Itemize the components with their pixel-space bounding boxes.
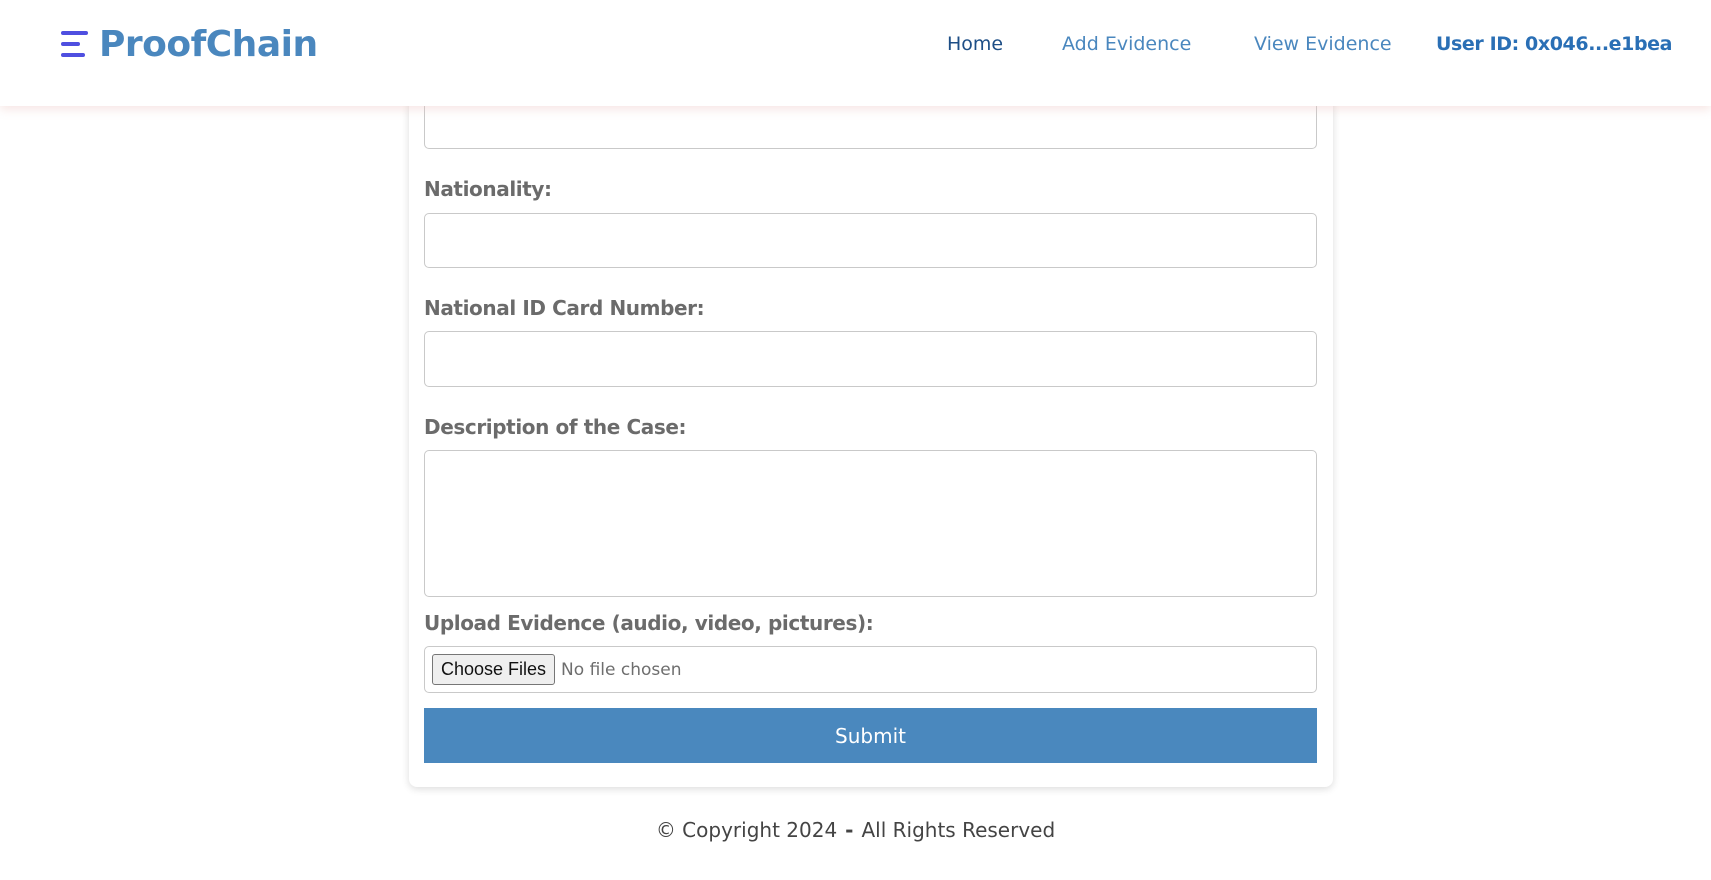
brand-name: ProofChain bbox=[99, 23, 318, 65]
file-upload-field[interactable]: Choose Files No file chosen bbox=[424, 646, 1317, 693]
nav-home-link[interactable]: Home bbox=[947, 30, 1003, 58]
file-status-text: No file chosen bbox=[561, 659, 682, 680]
nationality-input[interactable] bbox=[424, 213, 1317, 268]
national-id-input[interactable] bbox=[424, 331, 1317, 387]
copyright-text: © Copyright 2024 bbox=[655, 818, 838, 842]
menu-lines-icon bbox=[61, 26, 89, 62]
brand-logo[interactable]: ProofChain bbox=[61, 20, 318, 68]
nav-view-evidence-link[interactable]: View Evidence bbox=[1254, 30, 1392, 58]
choose-files-button[interactable]: Choose Files bbox=[432, 654, 556, 685]
top-navbar: ProofChain Home Add Evidence View Eviden… bbox=[0, 0, 1711, 106]
user-id-display: User ID: 0x046...e1bea bbox=[1436, 33, 1673, 55]
submit-button[interactable]: Submit bbox=[424, 708, 1317, 763]
nationality-label: Nationality: bbox=[424, 177, 552, 201]
upload-evidence-label: Upload Evidence (audio, video, pictures)… bbox=[424, 611, 874, 635]
rights-text: All Rights Reserved bbox=[861, 818, 1056, 842]
nav-add-evidence-link[interactable]: Add Evidence bbox=[1062, 30, 1191, 58]
case-description-textarea[interactable] bbox=[424, 450, 1317, 597]
page-footer: © Copyright 2024- All Rights Reserved bbox=[0, 818, 1711, 842]
footer-separator: - bbox=[845, 818, 854, 842]
case-description-label: Description of the Case: bbox=[424, 415, 687, 439]
national-id-label: National ID Card Number: bbox=[424, 296, 705, 320]
